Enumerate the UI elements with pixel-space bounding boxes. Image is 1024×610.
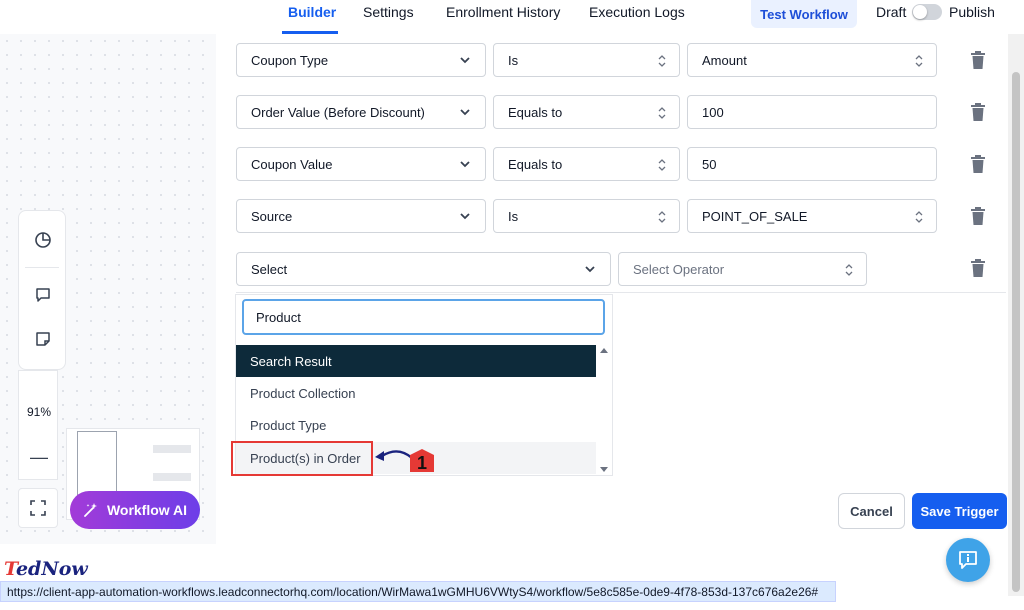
- trash-icon[interactable]: [969, 50, 987, 70]
- condition-value-text: 50: [702, 156, 717, 172]
- brand-rest: edNow: [15, 558, 88, 580]
- condition-field-select[interactable]: Source: [236, 199, 486, 233]
- condition-field-value: Source: [251, 208, 293, 224]
- new-condition-field-value: Select: [251, 261, 288, 277]
- fit-screen-button[interactable]: [18, 488, 58, 528]
- workflow-ai-button[interactable]: Workflow AI: [70, 491, 200, 529]
- chevron-down-icon: [460, 57, 470, 64]
- condition-operator-select[interactable]: Equals to: [493, 95, 680, 129]
- divider: [236, 292, 1006, 293]
- cancel-button[interactable]: Cancel: [838, 493, 905, 529]
- chevron-down-icon: [460, 213, 470, 220]
- sort-arrows-icon: [658, 211, 666, 223]
- chevron-down-icon: [460, 109, 470, 116]
- condition-field-select[interactable]: Order Value (Before Discount): [236, 95, 486, 129]
- trash-icon[interactable]: [969, 154, 987, 174]
- minimap-line: [153, 445, 191, 453]
- chevron-down-icon: [585, 266, 595, 273]
- workflow-ai-label: Workflow AI: [106, 502, 188, 518]
- new-condition-field-select[interactable]: Select: [236, 252, 611, 286]
- sort-arrows-icon: [845, 264, 853, 276]
- tab-builder[interactable]: Builder: [288, 4, 336, 20]
- condition-field-value: Coupon Type: [251, 52, 329, 68]
- zoom-level: 91%: [26, 405, 52, 419]
- condition-value-select[interactable]: Amount: [687, 43, 937, 77]
- zoom-out-button[interactable]: —: [19, 447, 59, 468]
- annotation-number: 1: [417, 453, 427, 473]
- dropdown-option-product-type[interactable]: Product Type: [236, 409, 596, 441]
- toggle-knob: [913, 5, 927, 19]
- condition-value-text: Amount: [702, 52, 747, 68]
- status-url-bar: https://client-app-automation-workflows.…: [0, 581, 836, 602]
- condition-value-text: 100: [702, 104, 724, 120]
- condition-value-input[interactable]: 100: [687, 95, 937, 129]
- comment-icon[interactable]: [33, 285, 53, 305]
- condition-operator-select[interactable]: Equals to: [493, 147, 680, 181]
- chevron-down-icon: [460, 161, 470, 168]
- scrollbar-thumb[interactable]: [1012, 72, 1020, 592]
- condition-field-select[interactable]: Coupon Type: [236, 43, 486, 77]
- minimap-line: [153, 473, 191, 481]
- top-nav: Builder Settings Enrollment History Exec…: [0, 0, 1024, 34]
- analytics-pie-icon[interactable]: [33, 230, 53, 250]
- zoom-controls: 91% —: [18, 370, 58, 480]
- publish-label: Publish: [949, 4, 995, 20]
- operator-placeholder: Select Operator: [633, 261, 725, 277]
- annotation-number-badge: 1: [410, 449, 434, 473]
- trash-icon[interactable]: [969, 206, 987, 226]
- condition-operator-value: Equals to: [508, 104, 563, 120]
- sort-arrows-icon: [915, 211, 923, 223]
- sort-arrows-icon: [658, 107, 666, 119]
- page-scrollbar[interactable]: [1008, 34, 1024, 596]
- magic-wand-icon: [84, 503, 97, 517]
- publish-toggle[interactable]: [912, 4, 942, 20]
- condition-value-input[interactable]: 50: [687, 147, 937, 181]
- sticky-note-icon[interactable]: [33, 329, 53, 349]
- chat-info-icon: [959, 551, 977, 569]
- sort-arrows-icon: [915, 55, 923, 67]
- condition-operator-select[interactable]: Is: [493, 43, 680, 77]
- dropdown-scrollbar[interactable]: [597, 345, 611, 475]
- save-trigger-button[interactable]: Save Trigger: [912, 493, 1007, 529]
- canvas-toolbar: [18, 210, 66, 370]
- condition-operator-select[interactable]: Is: [493, 199, 680, 233]
- dropdown-group-header: Search Result: [236, 345, 596, 377]
- trash-icon[interactable]: [969, 102, 987, 122]
- annotation-highlight-box: [231, 441, 373, 476]
- expand-icon: [30, 500, 46, 516]
- tab-execution-logs[interactable]: Execution Logs: [589, 4, 685, 20]
- condition-operator-value: Is: [508, 52, 519, 68]
- dropdown-search-input[interactable]: [242, 299, 605, 335]
- sort-arrows-icon: [658, 55, 666, 67]
- condition-value-text: POINT_OF_SALE: [702, 208, 808, 224]
- condition-operator-value: Equals to: [508, 156, 563, 172]
- tab-enrollment-history[interactable]: Enrollment History: [446, 4, 560, 20]
- condition-operator-value: Is: [508, 208, 519, 224]
- brand-logo: TedNow: [4, 558, 88, 580]
- draft-label: Draft: [876, 4, 907, 20]
- trash-icon[interactable]: [969, 258, 987, 278]
- condition-field-value: Order Value (Before Discount): [251, 104, 425, 120]
- dropdown-option-product-collection[interactable]: Product Collection: [236, 377, 596, 409]
- sort-arrows-icon: [658, 159, 666, 171]
- test-workflow-button[interactable]: Test Workflow: [751, 0, 857, 28]
- new-condition-operator-select[interactable]: Select Operator: [618, 252, 867, 286]
- condition-field-select[interactable]: Coupon Value: [236, 147, 486, 181]
- tab-settings[interactable]: Settings: [363, 4, 414, 20]
- help-chat-button[interactable]: [946, 538, 990, 582]
- condition-field-value: Coupon Value: [251, 156, 333, 172]
- condition-value-select[interactable]: POINT_OF_SALE: [687, 199, 937, 233]
- toolbar-divider: [25, 267, 59, 268]
- brand-initial: T: [4, 558, 16, 580]
